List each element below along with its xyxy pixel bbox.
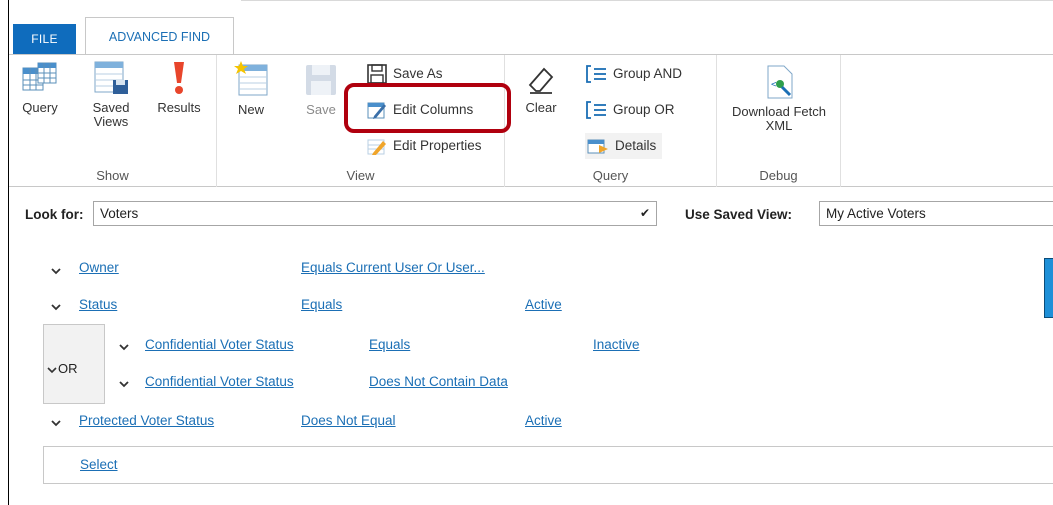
saved-view-select[interactable]: My Active Voters: [819, 201, 1053, 226]
save-button[interactable]: Save: [301, 61, 341, 117]
ribbon-group-query: Clear Group AND Group OR Details Query: [505, 55, 717, 187]
debug-group-label: Debug: [759, 168, 798, 183]
edit-columns-highlight: [344, 83, 511, 133]
row-menu-chevron-icon[interactable]: [119, 379, 129, 389]
saved-views-icon: [94, 61, 128, 94]
row-menu-chevron-icon[interactable]: [51, 418, 61, 428]
ribbon-group-show: Query Saved Views Results Show: [9, 55, 217, 187]
row-menu-chevron-icon[interactable]: [51, 266, 61, 276]
side-panel-edge[interactable]: [1044, 258, 1053, 318]
group-and-label: Group AND: [613, 66, 683, 81]
exclamation-icon: [174, 62, 184, 94]
criteria-value-confidential-1[interactable]: Inactive: [593, 337, 640, 352]
criteria-field-confidential-1[interactable]: Confidential Voter Status: [145, 337, 294, 352]
criteria-operator-status[interactable]: Equals: [301, 297, 342, 312]
look-for-bar: Look for: Voters ✔ Use Saved View: My Ac…: [9, 196, 1053, 234]
criteria-operator-confidential-2[interactable]: Does Not Contain Data: [369, 374, 508, 389]
criteria-field-confidential-2[interactable]: Confidential Voter Status: [145, 374, 294, 389]
clear-label: Clear: [525, 100, 557, 115]
edit-properties-button[interactable]: Edit Properties: [367, 133, 482, 159]
group-or-icon: [586, 101, 606, 120]
criteria-field-owner[interactable]: Owner: [79, 260, 119, 275]
saved-view-value: My Active Voters: [826, 206, 926, 221]
results-label: Results: [157, 100, 201, 115]
criteria-operator-owner[interactable]: Equals Current User Or User...: [301, 260, 485, 275]
criteria-field-protected[interactable]: Protected Voter Status: [79, 413, 214, 428]
eraser-icon: [528, 67, 554, 94]
save-as-label: Save As: [393, 66, 443, 81]
results-button[interactable]: Results: [151, 61, 207, 115]
saved-views-button[interactable]: Saved Views: [85, 61, 137, 129]
new-label: New: [237, 102, 264, 117]
details-icon: [587, 139, 608, 154]
advanced-find-window: FILE ADVANCED FIND Query Saved Views Res…: [8, 0, 1053, 505]
chevron-down-icon: ✔: [639, 206, 650, 220]
saved-views-label-line1: Saved: [92, 100, 130, 115]
group-or-button[interactable]: Group OR: [585, 97, 675, 123]
query-grid-icon: [22, 62, 57, 91]
save-as-icon: [367, 64, 387, 85]
show-group-label: Show: [96, 168, 129, 183]
details-label: Details: [615, 138, 657, 153]
save-label: Save: [306, 102, 336, 117]
clear-button[interactable]: Clear: [519, 65, 563, 115]
or-group-label: OR: [58, 361, 78, 376]
criteria-value-protected[interactable]: Active: [525, 413, 562, 428]
save-disk-icon: [306, 65, 336, 95]
query-group-label: Query: [592, 168, 629, 183]
look-for-label: Look for:: [25, 207, 84, 222]
details-button[interactable]: Details: [585, 133, 663, 159]
or-group-box[interactable]: OR: [43, 324, 105, 404]
download-label-line1: Download Fetch: [732, 104, 826, 119]
look-for-value: Voters: [100, 206, 139, 221]
ribbon-group-debug: <> Download Fetch XML Debug: [717, 55, 841, 187]
criteria-field-status[interactable]: Status: [79, 297, 117, 312]
criteria-operator-confidential-1[interactable]: Equals: [369, 337, 410, 352]
download-label-line2: XML: [765, 118, 793, 133]
group-or-label: Group OR: [613, 102, 675, 117]
ribbon: Query Saved Views Results Show New Save …: [9, 54, 1053, 187]
query-button-label: Query: [22, 100, 58, 115]
criteria-operator-protected[interactable]: Does Not Equal: [301, 413, 396, 428]
view-group-label: View: [346, 168, 375, 183]
ribbon-tab-bar: FILE ADVANCED FIND: [9, 0, 1053, 55]
new-criteria-row: Select: [43, 446, 1053, 484]
new-view-icon: [234, 61, 268, 96]
edit-properties-icon: [367, 139, 386, 156]
download-fetch-xml-button[interactable]: <> Download Fetch XML: [719, 65, 839, 133]
edit-properties-label: Edit Properties: [393, 138, 482, 153]
group-and-icon: [586, 65, 606, 84]
use-saved-view-label: Use Saved View:: [685, 207, 793, 222]
criteria-value-status[interactable]: Active: [525, 297, 562, 312]
row-menu-chevron-icon[interactable]: [51, 302, 61, 312]
look-for-select[interactable]: Voters ✔: [93, 201, 657, 226]
tab-file[interactable]: FILE: [13, 24, 76, 54]
group-and-button[interactable]: Group AND: [585, 61, 682, 87]
query-button[interactable]: Query: [17, 61, 63, 115]
tab-advanced-find[interactable]: ADVANCED FIND: [85, 17, 234, 55]
row-menu-chevron-icon[interactable]: [119, 342, 129, 352]
or-group-chevron-icon: [47, 367, 57, 374]
new-button[interactable]: New: [231, 61, 271, 117]
xml-file-icon: <>: [767, 65, 793, 99]
select-field-link[interactable]: Select: [80, 457, 118, 472]
saved-views-label-line2: Views: [93, 114, 129, 129]
